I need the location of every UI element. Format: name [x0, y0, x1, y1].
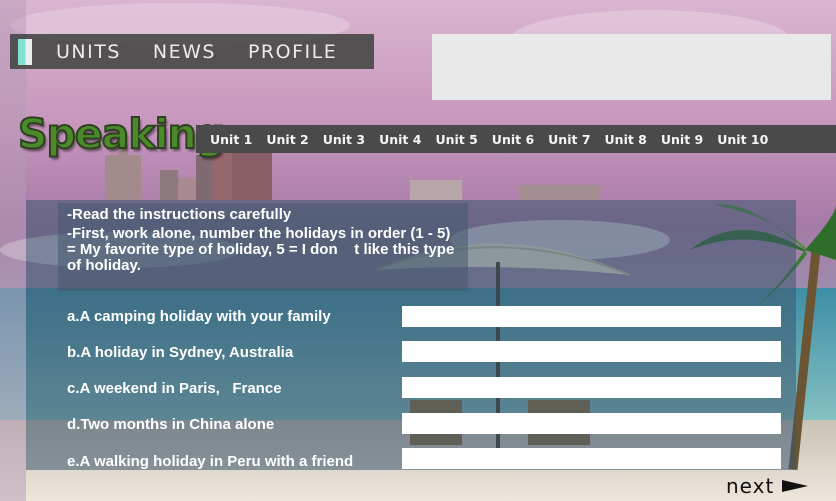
tab-unit-3[interactable]: Unit 3: [323, 132, 365, 147]
question-e-label: e.A walking holiday in Peru with a frien…: [67, 453, 354, 470]
question-a-label: a.A camping holiday with your family: [67, 308, 331, 325]
question-c-label: c.A weekend in Paris, France: [67, 380, 282, 397]
tab-unit-7[interactable]: Unit 7: [548, 132, 590, 147]
tab-unit-4[interactable]: Unit 4: [379, 132, 421, 147]
top-nav-bar: UNITS NEWS PROFILE: [10, 34, 374, 69]
question-b-label: b.A holiday in Sydney, Australia: [67, 344, 294, 361]
instruction-line-2: -First, work alone, number the holidays …: [67, 225, 459, 274]
unit-tabs: Unit 1 Unit 2 Unit 3 Unit 4 Unit 5 Unit …: [196, 125, 836, 153]
tab-unit-6[interactable]: Unit 6: [492, 132, 534, 147]
arrow-right-icon: [782, 480, 809, 492]
answer-c-field[interactable]: [402, 377, 781, 398]
page: UNITS NEWS PROFILE Speaking Unit 1 Unit …: [0, 0, 836, 501]
instructions-box: -Read the instructions carefully -First,…: [58, 203, 468, 291]
tab-unit-2[interactable]: Unit 2: [266, 132, 308, 147]
instruction-line-1: -Read the instructions carefully: [67, 206, 292, 223]
answer-d-field[interactable]: [402, 413, 781, 434]
nav-news[interactable]: NEWS: [153, 41, 216, 63]
answer-a-field[interactable]: [402, 306, 781, 327]
banner-placeholder: [432, 34, 831, 100]
tab-unit-9[interactable]: Unit 9: [661, 132, 703, 147]
answer-b-field[interactable]: [402, 341, 781, 362]
logo-icon: [18, 38, 32, 65]
nav-profile[interactable]: PROFILE: [248, 41, 337, 63]
tab-unit-8[interactable]: Unit 8: [605, 132, 647, 147]
next-label: next: [726, 474, 775, 498]
tab-unit-10[interactable]: Unit 10: [717, 132, 768, 147]
next-button[interactable]: next: [726, 474, 809, 498]
nav-units[interactable]: UNITS: [56, 41, 121, 63]
answer-e-field[interactable]: [402, 448, 781, 469]
tab-unit-5[interactable]: Unit 5: [435, 132, 477, 147]
page-title: Speaking: [17, 109, 226, 159]
tab-unit-1[interactable]: Unit 1: [210, 132, 252, 147]
question-d-label: d.Two months in China alone: [67, 416, 275, 433]
